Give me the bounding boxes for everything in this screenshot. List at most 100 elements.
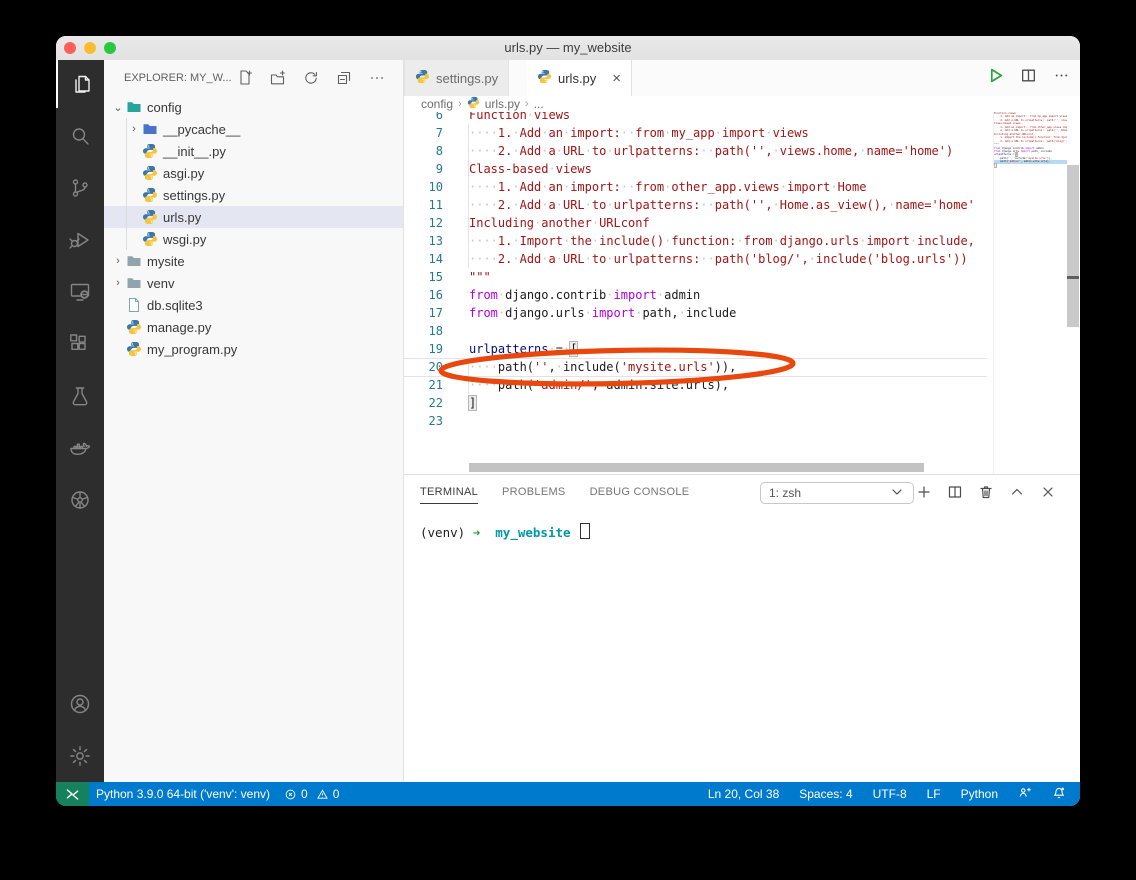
code-line-23[interactable]: 23 [404,412,987,430]
status-item-spaces-4[interactable]: Spaces: 4 [799,787,852,801]
activity-account-icon[interactable] [56,680,104,728]
split-terminal-icon[interactable] [947,484,963,505]
bell-icon[interactable] [1052,786,1066,803]
status-item-utf-8[interactable]: UTF-8 [873,787,907,801]
panel-tab-debug-console[interactable]: DEBUG CONSOLE [590,486,690,504]
code-line-10[interactable]: 10····1.·Add·an·import:··from·other_app.… [404,178,987,196]
activity-testing-icon[interactable] [56,372,104,420]
tree-item--pycache-[interactable]: ›__pycache__ [104,118,403,140]
code-line-13[interactable]: 13····1.·Import·the·include()·function:·… [404,232,987,250]
activity-kubernetes-icon[interactable] [56,476,104,524]
python-icon [142,165,158,181]
code-line-14[interactable]: 14····2.·Add·a·URL·to·urlpatterns:··path… [404,250,987,268]
new-terminal-icon[interactable] [916,484,932,505]
tree-item-label: __init__.py [163,144,226,159]
activity-search-icon[interactable] [56,112,104,160]
activity-settings-gear-icon[interactable] [56,732,104,780]
breadcrumb-item[interactable]: config [421,97,453,111]
tree-item-db-sqlite3[interactable]: db.sqlite3 [104,294,403,316]
code-line-20[interactable]: 20····path('',·include('mysite.urls')), [404,358,987,376]
status-item-lf[interactable]: LF [927,787,941,801]
chevron-right-icon[interactable]: › [110,277,126,289]
run-python-file-icon[interactable] [987,67,1004,89]
tab-settings-py[interactable]: settings.py [404,60,509,96]
code-editor[interactable]: 6Function·views7····1.·Add·an·import:··f… [404,112,1080,475]
new-file-icon[interactable] [237,70,253,91]
code-line-19[interactable]: 19urlpatterns·=·[ [404,340,987,358]
line-number: 9 [404,160,443,178]
problems-status[interactable]: 0 0 [277,782,346,806]
breadcrumb[interactable]: config› urls.py›... [404,96,1080,112]
new-folder-icon[interactable] [270,70,286,91]
remote-indicator[interactable] [56,782,89,806]
panel-tab-problems[interactable]: PROBLEMS [502,486,566,504]
tab-urls-py[interactable]: urls.py× [527,60,632,96]
panel-tab-terminal[interactable]: TERMINAL [420,486,478,504]
tree-item-manage-py[interactable]: manage.py [104,316,403,338]
code-line-22[interactable]: 22] [404,394,987,412]
feedback-icon[interactable] [1018,786,1032,803]
code-line-6[interactable]: 6Function·views [404,112,987,124]
warning-count: 0 [333,787,340,801]
split-editor-icon[interactable] [1020,67,1037,89]
code-line-17[interactable]: 17from·django.urls·import·path,·include [404,304,987,322]
activity-source-control-icon[interactable] [56,164,104,212]
collapse-all-icon[interactable] [336,70,352,91]
kill-terminal-icon[interactable] [978,484,994,505]
breadcrumb-item[interactable]: urls.py [485,97,520,111]
minimap[interactable]: Function·views····1.·Add·an·import:··fro… [993,112,1067,475]
code-line-12[interactable]: 12Including·another·URLconf [404,214,987,232]
code-line-8[interactable]: 8····2.·Add·a·URL·to·urlpatterns:··path(… [404,142,987,160]
code-line-18[interactable]: 18 [404,322,987,340]
tree-item-venv[interactable]: › venv [104,272,403,294]
code-line-7[interactable]: 7····1.·Add·an·import:··from·my_app·impo… [404,124,987,142]
activity-remote-explorer-icon[interactable] [56,268,104,316]
folder-python-icon [142,121,158,137]
activity-run-debug-icon[interactable] [56,216,104,264]
vertical-scrollbar-thumb[interactable] [1067,165,1079,327]
chevron-right-icon[interactable]: › [110,255,126,267]
tree-item-urls-py[interactable]: urls.py [104,206,403,228]
panel-actions [916,484,1056,505]
status-item-python[interactable]: Python [961,787,998,801]
maximize-panel-icon[interactable] [1009,484,1025,505]
vertical-scrollbar[interactable] [1066,112,1080,475]
tree-item-settings-py[interactable]: settings.py [104,184,403,206]
tree-item-label: venv [147,276,174,291]
tree-item-wsgi-py[interactable]: wsgi.py [104,228,403,250]
more-actions-icon[interactable] [1053,67,1070,89]
horizontal-scrollbar-thumb[interactable] [469,463,924,472]
tree-item-config[interactable]: ⌄config [104,96,403,118]
activity-extensions-icon[interactable] [56,320,104,368]
refresh-icon[interactable] [303,70,319,91]
terminal-output[interactable]: (venv) ➜ my_website [420,523,590,540]
code-text: Class-based·views [469,160,592,178]
code-line-15[interactable]: 15""" [404,268,987,286]
python-interpreter[interactable]: Python 3.9.0 64-bit ('venv': venv) [89,782,277,806]
code-line-16[interactable]: 16from·django.contrib·import·admin [404,286,987,304]
chevron-down-icon[interactable]: ⌄ [110,101,126,114]
breadcrumb-separator: › [458,98,462,110]
code-line-11[interactable]: 11····2.·Add·a·URL·to·urlpatterns:··path… [404,196,987,214]
line-number: 17 [404,304,443,322]
titlebar[interactable]: urls.py — my_website [56,36,1080,61]
overview-ruler-cursor-marker [1067,276,1079,279]
more-icon[interactable] [369,70,385,91]
activity-docker-icon[interactable] [56,424,104,472]
tree-item-mysite[interactable]: ›mysite [104,250,403,272]
close-panel-icon[interactable] [1040,484,1056,505]
terminal-select[interactable]: 1: zsh [760,482,914,504]
tree-item--init-py[interactable]: __init__.py [104,140,403,162]
tree-item-my-program-py[interactable]: my_program.py [104,338,403,360]
chevron-right-icon[interactable]: › [126,123,142,135]
line-number: 11 [404,196,443,214]
code-area[interactable]: 6Function·views7····1.·Add·an·import:··f… [404,112,987,475]
code-line-9[interactable]: 9 Class-based·views [404,160,987,178]
breadcrumb-item[interactable]: ... [534,97,544,111]
tree-item-asgi-py[interactable]: asgi.py [104,162,403,184]
code-line-21[interactable]: 21····path('admin/',·admin.site.urls), [404,376,987,394]
close-icon[interactable]: × [612,71,621,86]
tree-item-label: asgi.py [163,166,204,181]
activity-explorer-icon[interactable] [56,60,106,108]
status-item-ln-20-col-38[interactable]: Ln 20, Col 38 [708,787,779,801]
